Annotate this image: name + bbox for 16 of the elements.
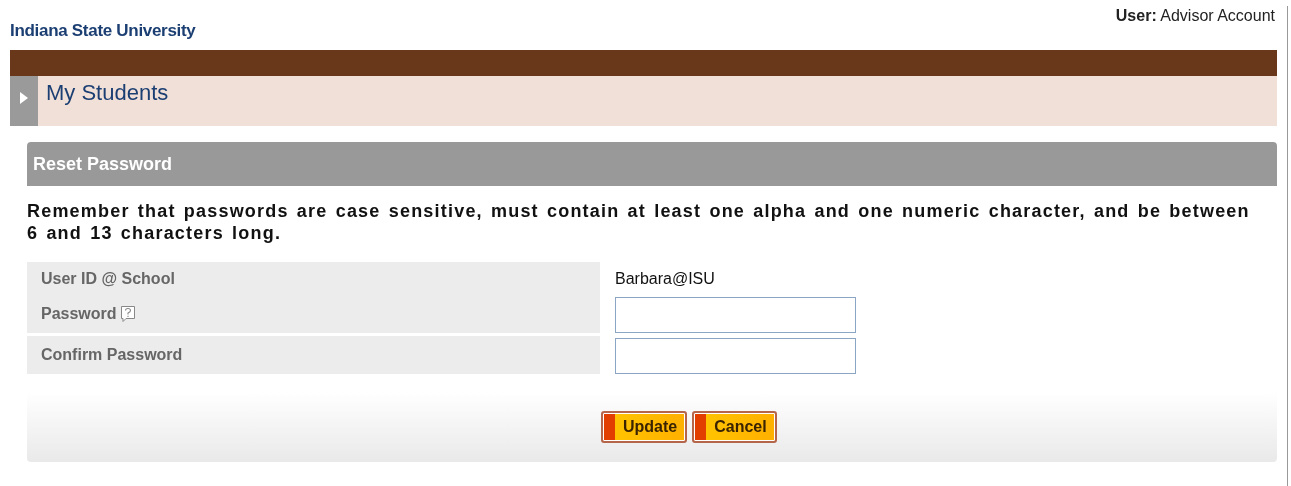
form-button[interactable]: Cancel [692,411,777,443]
panel-title: Reset Password [33,153,173,175]
form-button[interactable]: Update [601,411,688,443]
field-value: Barbara@ISU [615,269,715,288]
instructions: Remember that passwords are case sensitive, must contain at least one alpha and one numeric character, and be between 6 and 13 characters long. [27,200,1251,244]
field-label: Password [41,305,117,323]
password-field[interactable] [615,338,856,374]
user-info: User: Advisor Account [1115,7,1275,25]
field-label: Confirm Password [41,346,183,364]
expand-toggle[interactable] [10,76,38,126]
help-icon[interactable] [120,306,135,322]
field-label: User ID @ School [41,269,175,288]
password-field[interactable] [615,297,856,333]
arrow-icon [20,92,28,104]
section-title: My Students [46,80,169,107]
site-title: Indiana State University [10,21,196,41]
